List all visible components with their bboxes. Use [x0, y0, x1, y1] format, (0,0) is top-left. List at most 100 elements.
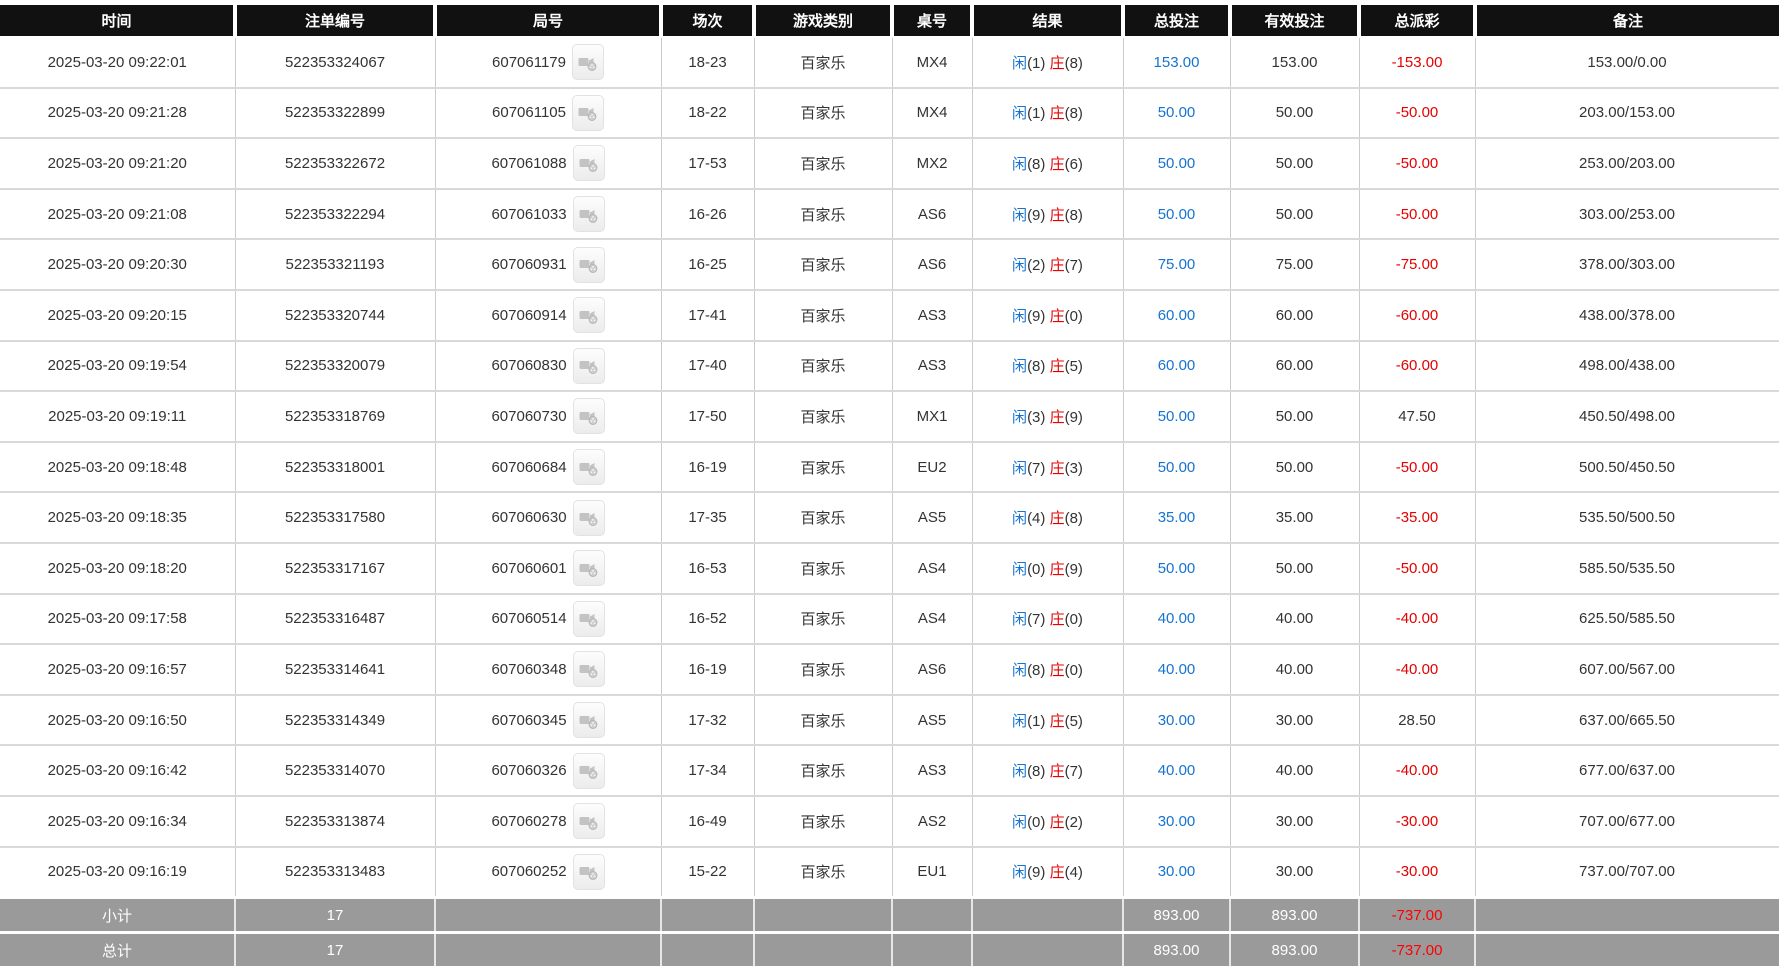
total-bet-cell: 35.00: [1123, 492, 1230, 543]
total-bet-cell: 40.00: [1123, 594, 1230, 645]
total-bet-value[interactable]: 153.00: [1154, 54, 1200, 71]
total-bet-value[interactable]: 40.00: [1158, 661, 1196, 678]
table-no-cell: AS4: [892, 594, 972, 645]
total-bet-value[interactable]: 60.00: [1158, 357, 1196, 374]
game-no-cell: 607060730: [435, 391, 661, 442]
player-result-label: 闲: [1012, 358, 1027, 375]
table-row: 2025-03-20 09:16:42522353314070607060326…: [0, 745, 1779, 796]
time-cell: 2025-03-20 09:18:20: [0, 543, 235, 594]
video-replay-button[interactable]: [573, 550, 605, 586]
film-icon: [579, 509, 598, 526]
result-cell: 闲(3) 庄(9): [972, 391, 1123, 442]
player-result-label: 闲: [1012, 662, 1027, 679]
banker-result-value: (5): [1065, 358, 1083, 375]
table-no-cell: AS2: [892, 796, 972, 847]
film-icon: [579, 256, 598, 273]
session-cell: 16-19: [661, 442, 754, 493]
banker-result-label: 庄: [1050, 510, 1065, 527]
session-cell: 16-25: [661, 239, 754, 290]
total-bet-cell: 50.00: [1123, 88, 1230, 139]
banker-result-value: (3): [1065, 460, 1083, 477]
video-replay-button[interactable]: [572, 44, 604, 80]
total-bet-value[interactable]: 30.00: [1158, 813, 1196, 830]
total-bet-value[interactable]: 35.00: [1158, 509, 1196, 526]
banker-result-label: 庄: [1050, 814, 1065, 831]
game-no-cell: 607060630: [435, 492, 661, 543]
valid-bet-cell: 40.00: [1230, 745, 1359, 796]
total-bet-value[interactable]: 60.00: [1158, 307, 1196, 324]
footer-valid-bet-cell: 893.00: [1230, 898, 1359, 933]
total-bet-value[interactable]: 50.00: [1158, 155, 1196, 172]
game-no-cell: 607060326: [435, 745, 661, 796]
remark-cell: 637.00/665.50: [1475, 695, 1779, 746]
video-replay-button[interactable]: [573, 500, 605, 536]
video-replay-button[interactable]: [573, 297, 605, 333]
total-bet-value[interactable]: 40.00: [1158, 762, 1196, 779]
video-replay-button[interactable]: [573, 398, 605, 434]
video-replay-button[interactable]: [573, 803, 605, 839]
total-bet-cell: 30.00: [1123, 695, 1230, 746]
table-row: 2025-03-20 09:18:20522353317167607060601…: [0, 543, 1779, 594]
banker-result-label: 庄: [1050, 308, 1065, 325]
session-cell: 17-35: [661, 492, 754, 543]
column-header-remark: 备注: [1475, 5, 1779, 37]
game-type-cell: 百家乐: [754, 492, 892, 543]
banker-result-value: (0): [1065, 308, 1083, 325]
video-replay-button[interactable]: [573, 702, 605, 738]
session-cell: 17-34: [661, 745, 754, 796]
total-bet-value[interactable]: 50.00: [1158, 206, 1196, 223]
banker-result-value: (0): [1065, 611, 1083, 628]
game-type-cell: 百家乐: [754, 442, 892, 493]
video-replay-button[interactable]: [573, 348, 605, 384]
video-replay-button[interactable]: [573, 145, 605, 181]
valid-bet-cell: 30.00: [1230, 847, 1359, 898]
video-replay-button[interactable]: [573, 753, 605, 789]
game-type-cell: 百家乐: [754, 644, 892, 695]
bet-id-cell: 522353320744: [235, 290, 435, 341]
table-row: 2025-03-20 09:21:28522353322899607061105…: [0, 88, 1779, 139]
bet-id-cell: 522353322899: [235, 88, 435, 139]
film-icon: [579, 459, 598, 476]
remark-cell: 737.00/707.00: [1475, 847, 1779, 898]
video-replay-button[interactable]: [572, 95, 604, 131]
video-replay-button[interactable]: [573, 449, 605, 485]
remark-cell: 535.50/500.50: [1475, 492, 1779, 543]
payout-cell: -60.00: [1359, 290, 1475, 341]
video-replay-button[interactable]: [573, 601, 605, 637]
total-bet-value[interactable]: 30.00: [1158, 712, 1196, 729]
banker-result-label: 庄: [1050, 662, 1065, 679]
game-no-cell: 607060348: [435, 644, 661, 695]
game-no-value: 607060252: [491, 863, 566, 880]
total-bet-value[interactable]: 40.00: [1158, 610, 1196, 627]
total-bet-value[interactable]: 30.00: [1158, 863, 1196, 880]
total-bet-value[interactable]: 50.00: [1158, 408, 1196, 425]
remark-cell: 607.00/567.00: [1475, 644, 1779, 695]
payout-cell: -50.00: [1359, 442, 1475, 493]
banker-result-value: (7): [1065, 257, 1083, 274]
result-cell: 闲(0) 庄(9): [972, 543, 1123, 594]
video-replay-button[interactable]: [573, 651, 605, 687]
valid-bet-cell: 153.00: [1230, 37, 1359, 88]
video-replay-button[interactable]: [573, 196, 605, 232]
column-header-payout: 总派彩: [1359, 5, 1475, 37]
video-replay-button[interactable]: [573, 247, 605, 283]
time-cell: 2025-03-20 09:21:20: [0, 138, 235, 189]
table-no-cell: AS5: [892, 695, 972, 746]
total-bet-value[interactable]: 50.00: [1158, 104, 1196, 121]
table-row: 2025-03-20 09:22:01522353324067607061179…: [0, 37, 1779, 88]
records-footer: 小计17893.00893.00-737.00总计17893.00893.00-…: [0, 898, 1779, 966]
session-cell: 16-52: [661, 594, 754, 645]
game-type-cell: 百家乐: [754, 745, 892, 796]
time-cell: 2025-03-20 09:16:34: [0, 796, 235, 847]
total-bet-value[interactable]: 50.00: [1158, 459, 1196, 476]
footer-empty-remark: [1475, 933, 1779, 966]
game-type-cell: 百家乐: [754, 189, 892, 240]
video-replay-button[interactable]: [573, 854, 605, 890]
total-bet-value[interactable]: 75.00: [1158, 256, 1196, 273]
grand-total-row: 总计17893.00893.00-737.00: [0, 933, 1779, 966]
time-cell: 2025-03-20 09:21:08: [0, 189, 235, 240]
payout-cell: -30.00: [1359, 847, 1475, 898]
payout-cell: 47.50: [1359, 391, 1475, 442]
total-bet-value[interactable]: 50.00: [1158, 560, 1196, 577]
table-no-cell: AS3: [892, 745, 972, 796]
